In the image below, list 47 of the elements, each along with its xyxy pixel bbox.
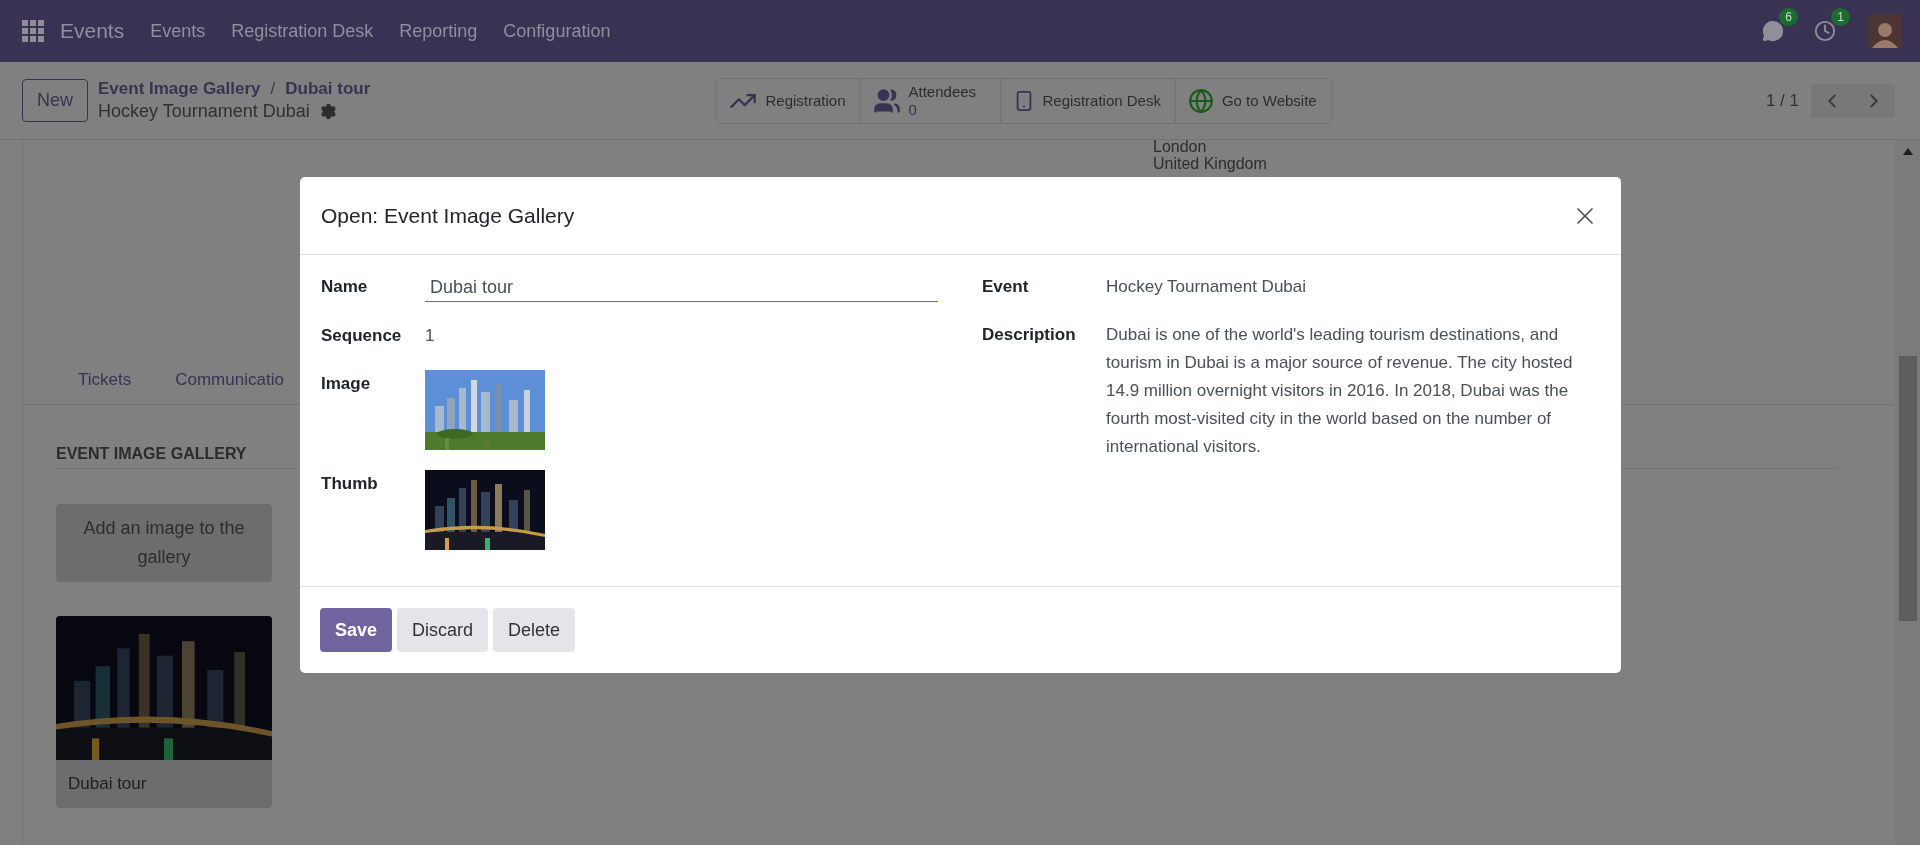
address-line: London (1153, 138, 1208, 155)
next-button[interactable] (1853, 83, 1895, 118)
pager-counter: 1 / 1 (1765, 90, 1799, 111)
scroll-up-icon[interactable] (1902, 148, 1913, 156)
record-name: Hockey Tournament Dubai (98, 101, 310, 122)
dialog-button[interactable]: Discard (397, 608, 489, 652)
globe-icon (1187, 87, 1214, 114)
stat-button[interactable]: Attendees 0 (860, 78, 1001, 123)
people-icon (872, 86, 901, 115)
card-title: Dubai tour (67, 773, 148, 795)
field-value: Hockey Tournament Dubai (1106, 277, 1306, 296)
clock-icon[interactable] (1814, 20, 1836, 42)
add-image-button[interactable]: Add an image to the gallery (56, 504, 272, 582)
breadcrumb-current[interactable]: Dubai tour (285, 79, 371, 99)
field-label: Event (982, 276, 1030, 297)
stat-button[interactable]: Registration Desk (1000, 78, 1176, 123)
field-label: Image (321, 373, 372, 394)
field-label: Sequence (321, 325, 403, 346)
breadcrumb-separator: / (270, 79, 276, 99)
form-tab[interactable]: Communicatio (175, 354, 284, 404)
gallery-card[interactable]: Dubai tour (56, 616, 272, 808)
user-avatar[interactable] (1868, 14, 1902, 48)
breadcrumb-link[interactable]: Event Image Gallery (98, 79, 261, 99)
field-label: Name (321, 276, 369, 297)
field-value: 1 (425, 326, 435, 345)
chat-icon[interactable] (1762, 20, 1784, 42)
menu-item[interactable]: Events (150, 20, 206, 42)
form-tab[interactable]: Tickets (78, 354, 132, 404)
field-label: Description (982, 324, 1077, 345)
menu-item[interactable]: Registration Desk (231, 20, 374, 42)
settings-icon[interactable] (319, 103, 337, 120)
address-line: United Kingdom (1153, 155, 1268, 172)
apps-grid-icon[interactable] (22, 20, 44, 42)
dialog-title: Open: Event Image Gallery (321, 203, 575, 228)
stat-button[interactable]: Go to Website (1175, 78, 1331, 123)
menu-item[interactable]: Reporting (399, 20, 478, 42)
previous-button[interactable] (1811, 83, 1853, 118)
dialog-button[interactable]: Delete (493, 608, 576, 652)
scrollbar[interactable] (1895, 140, 1920, 845)
count-badge: 6 (1779, 8, 1798, 26)
app-name[interactable]: Events (60, 19, 125, 43)
save-button[interactable]: Save (320, 608, 393, 652)
stat-button[interactable]: Registration (717, 78, 861, 123)
count-badge: 1 (1831, 8, 1850, 26)
menu-item[interactable]: Configuration (503, 20, 611, 42)
new-button[interactable]: New (22, 79, 88, 122)
field-label: Thumb (321, 473, 379, 494)
